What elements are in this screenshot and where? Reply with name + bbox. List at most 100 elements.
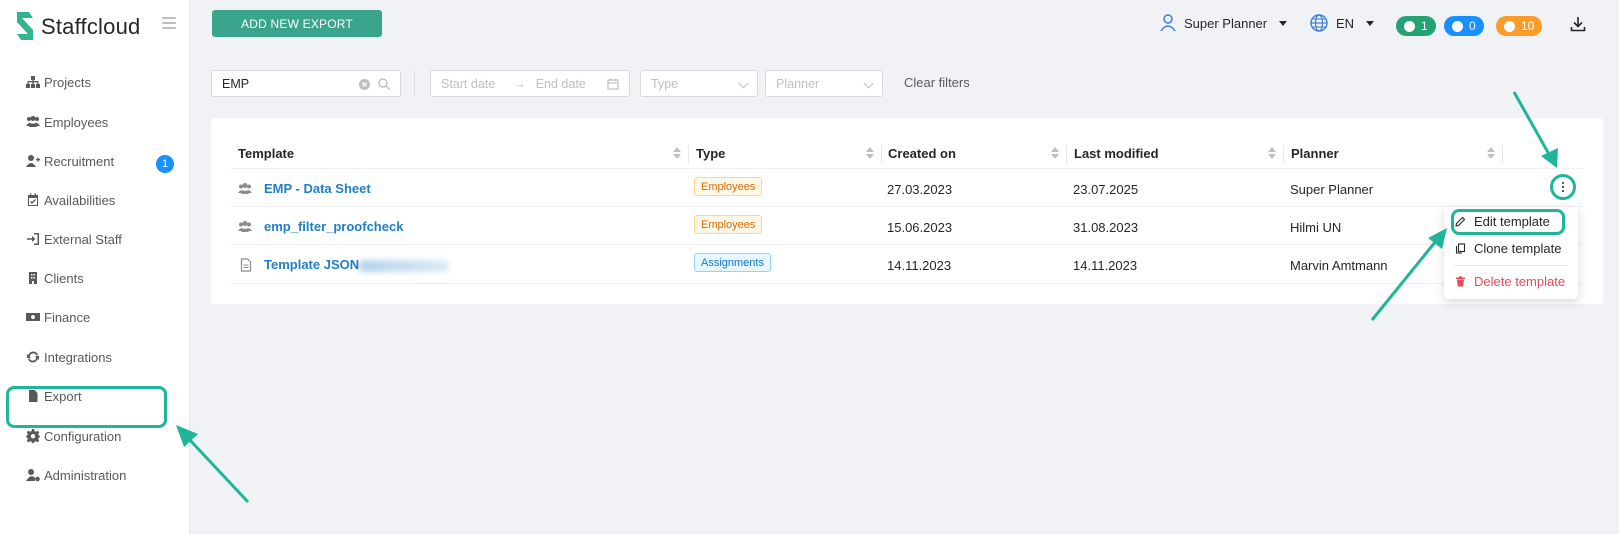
template-name-link[interactable]: Template JSON — [264, 257, 450, 272]
column-divider — [1283, 145, 1284, 163]
sort-icon[interactable] — [673, 147, 681, 161]
chevron-down-icon — [738, 78, 749, 89]
created-on-cell: 15.06.2023 — [887, 220, 953, 235]
row-divider — [231, 283, 1583, 284]
menu-item-label: Delete template — [1474, 274, 1566, 289]
column-header-type[interactable]: Type — [696, 146, 725, 161]
globe-icon — [1310, 14, 1328, 32]
table-header-divider — [231, 168, 1583, 169]
sort-icon[interactable] — [1268, 147, 1276, 161]
sidebar-item-finance[interactable]: Finance — [26, 307, 90, 327]
logo[interactable]: Staffcloud — [14, 10, 140, 44]
column-divider — [881, 145, 882, 163]
sidebar-item-clients[interactable]: Clients — [26, 268, 84, 288]
planner-select[interactable]: Planner — [765, 70, 883, 97]
redacted-text — [359, 259, 450, 272]
planner-placeholder: Planner — [776, 76, 820, 91]
planner-cell: Super Planner — [1290, 182, 1374, 197]
search-icon[interactable] — [378, 78, 390, 90]
calendar-icon — [607, 78, 619, 90]
user-gear-icon — [26, 469, 40, 482]
search-input[interactable]: EMP — [211, 70, 401, 97]
sidebar-item-employees[interactable]: Employees — [26, 112, 108, 132]
row-divider — [231, 206, 1583, 207]
user-plus-icon — [26, 155, 40, 167]
messages-counter[interactable]: 1 — [1396, 16, 1436, 36]
menu-item-label: Clone template — [1474, 241, 1562, 256]
sort-icon[interactable] — [1051, 147, 1059, 161]
start-date-placeholder: Start date — [441, 76, 496, 91]
menu-divider — [1454, 265, 1568, 266]
clear-circle-icon[interactable] — [359, 79, 370, 90]
search-value: EMP — [222, 76, 250, 91]
created-on-cell: 14.11.2023 — [887, 258, 952, 273]
add-new-export-button[interactable]: ADD NEW EXPORT — [212, 10, 382, 37]
calendar-check-icon — [28, 193, 38, 206]
sidebar-item-label: Employees — [44, 114, 109, 130]
sidebar-item-label: Administration — [44, 467, 127, 483]
chevron-down-icon — [863, 78, 874, 89]
created-on-cell: 27.03.2023 — [887, 182, 953, 197]
caret-down-icon — [1279, 20, 1288, 26]
sort-icon[interactable] — [866, 147, 874, 161]
building-icon — [29, 272, 37, 284]
clear-filters-link[interactable]: Clear filters — [904, 75, 970, 90]
user-menu[interactable]: Super Planner — [1160, 14, 1288, 32]
column-header-template[interactable]: Template — [238, 146, 294, 161]
language-code: EN — [1336, 15, 1355, 31]
notifications-counter[interactable]: 0 — [1444, 16, 1484, 36]
date-range-picker[interactable]: Start date → End date — [430, 70, 630, 97]
sidebar-item-configuration[interactable]: Configuration — [26, 426, 121, 446]
copy-icon — [1455, 243, 1466, 254]
notifications-count: 0 — [1469, 19, 1476, 33]
recruitment-count-badge: 1 — [156, 155, 174, 173]
bell-icon — [1452, 20, 1463, 32]
row-actions-more-button[interactable] — [1550, 174, 1576, 200]
sidebar-item-label: Recruitment — [44, 153, 115, 169]
column-header-created-on[interactable]: Created on — [888, 146, 956, 161]
sort-icon[interactable] — [1487, 147, 1495, 161]
language-selector[interactable]: EN — [1310, 14, 1375, 32]
download-icon[interactable] — [1570, 16, 1586, 32]
chat-icon — [1404, 20, 1415, 32]
type-badge: Assignments — [694, 253, 771, 272]
warnings-count: 10 — [1521, 19, 1535, 33]
menu-item-delete-template[interactable]: Delete template — [1455, 274, 1565, 289]
menu-toggle-icon[interactable] — [162, 17, 176, 29]
sidebar-item-integrations[interactable]: Integrations — [26, 347, 112, 367]
sidebar-item-recruitment[interactable]: Recruitment — [26, 151, 114, 171]
sidebar-item-external-staff[interactable]: External Staff — [26, 229, 122, 249]
template-name-link[interactable]: emp_filter_proofcheck — [264, 219, 403, 234]
sidebar-item-label: Projects — [44, 74, 91, 90]
column-header-last-modified[interactable]: Last modified — [1074, 146, 1159, 161]
type-badge: Employees — [694, 215, 763, 234]
sidebar-item-administration[interactable]: Administration — [26, 465, 126, 485]
sidebar-item-label: Integrations — [44, 349, 112, 365]
menu-item-clone-template[interactable]: Clone template — [1455, 241, 1561, 256]
sidebar-item-availabilities[interactable]: Availabilities — [26, 190, 115, 210]
template-name-link[interactable]: EMP - Data Sheet — [264, 181, 371, 196]
sidebar-item-label: Clients — [44, 270, 84, 286]
last-modified-cell: 23.07.2025 — [1073, 182, 1139, 197]
sidebar: Staffcloud Projects Employees Recruitmen… — [0, 0, 190, 534]
users-icon — [238, 183, 252, 194]
planner-cell: Hilmi UN — [1290, 220, 1342, 235]
edit-template-highlight-frame — [1451, 209, 1565, 235]
template-name: Template JSON — [264, 257, 360, 272]
gear-icon — [26, 429, 40, 443]
column-divider — [1502, 145, 1503, 163]
trash-icon — [1456, 276, 1465, 287]
sidebar-item-projects[interactable]: Projects — [26, 72, 91, 92]
column-header-planner[interactable]: Planner — [1291, 146, 1339, 161]
brand-name: Staffcloud — [41, 14, 141, 39]
messages-count: 1 — [1421, 19, 1428, 33]
type-badge: Employees — [694, 177, 763, 196]
type-select[interactable]: Type — [640, 70, 758, 97]
arrow-right-icon: → — [513, 76, 526, 91]
sidebar-item-label: Availabilities — [44, 192, 116, 208]
warnings-counter[interactable]: 10 — [1496, 16, 1543, 36]
export-highlight-frame — [6, 386, 167, 428]
planner-cell: Marvin Amtmann — [1290, 258, 1388, 273]
users-icon — [26, 116, 40, 127]
end-date-placeholder: End date — [535, 76, 586, 91]
